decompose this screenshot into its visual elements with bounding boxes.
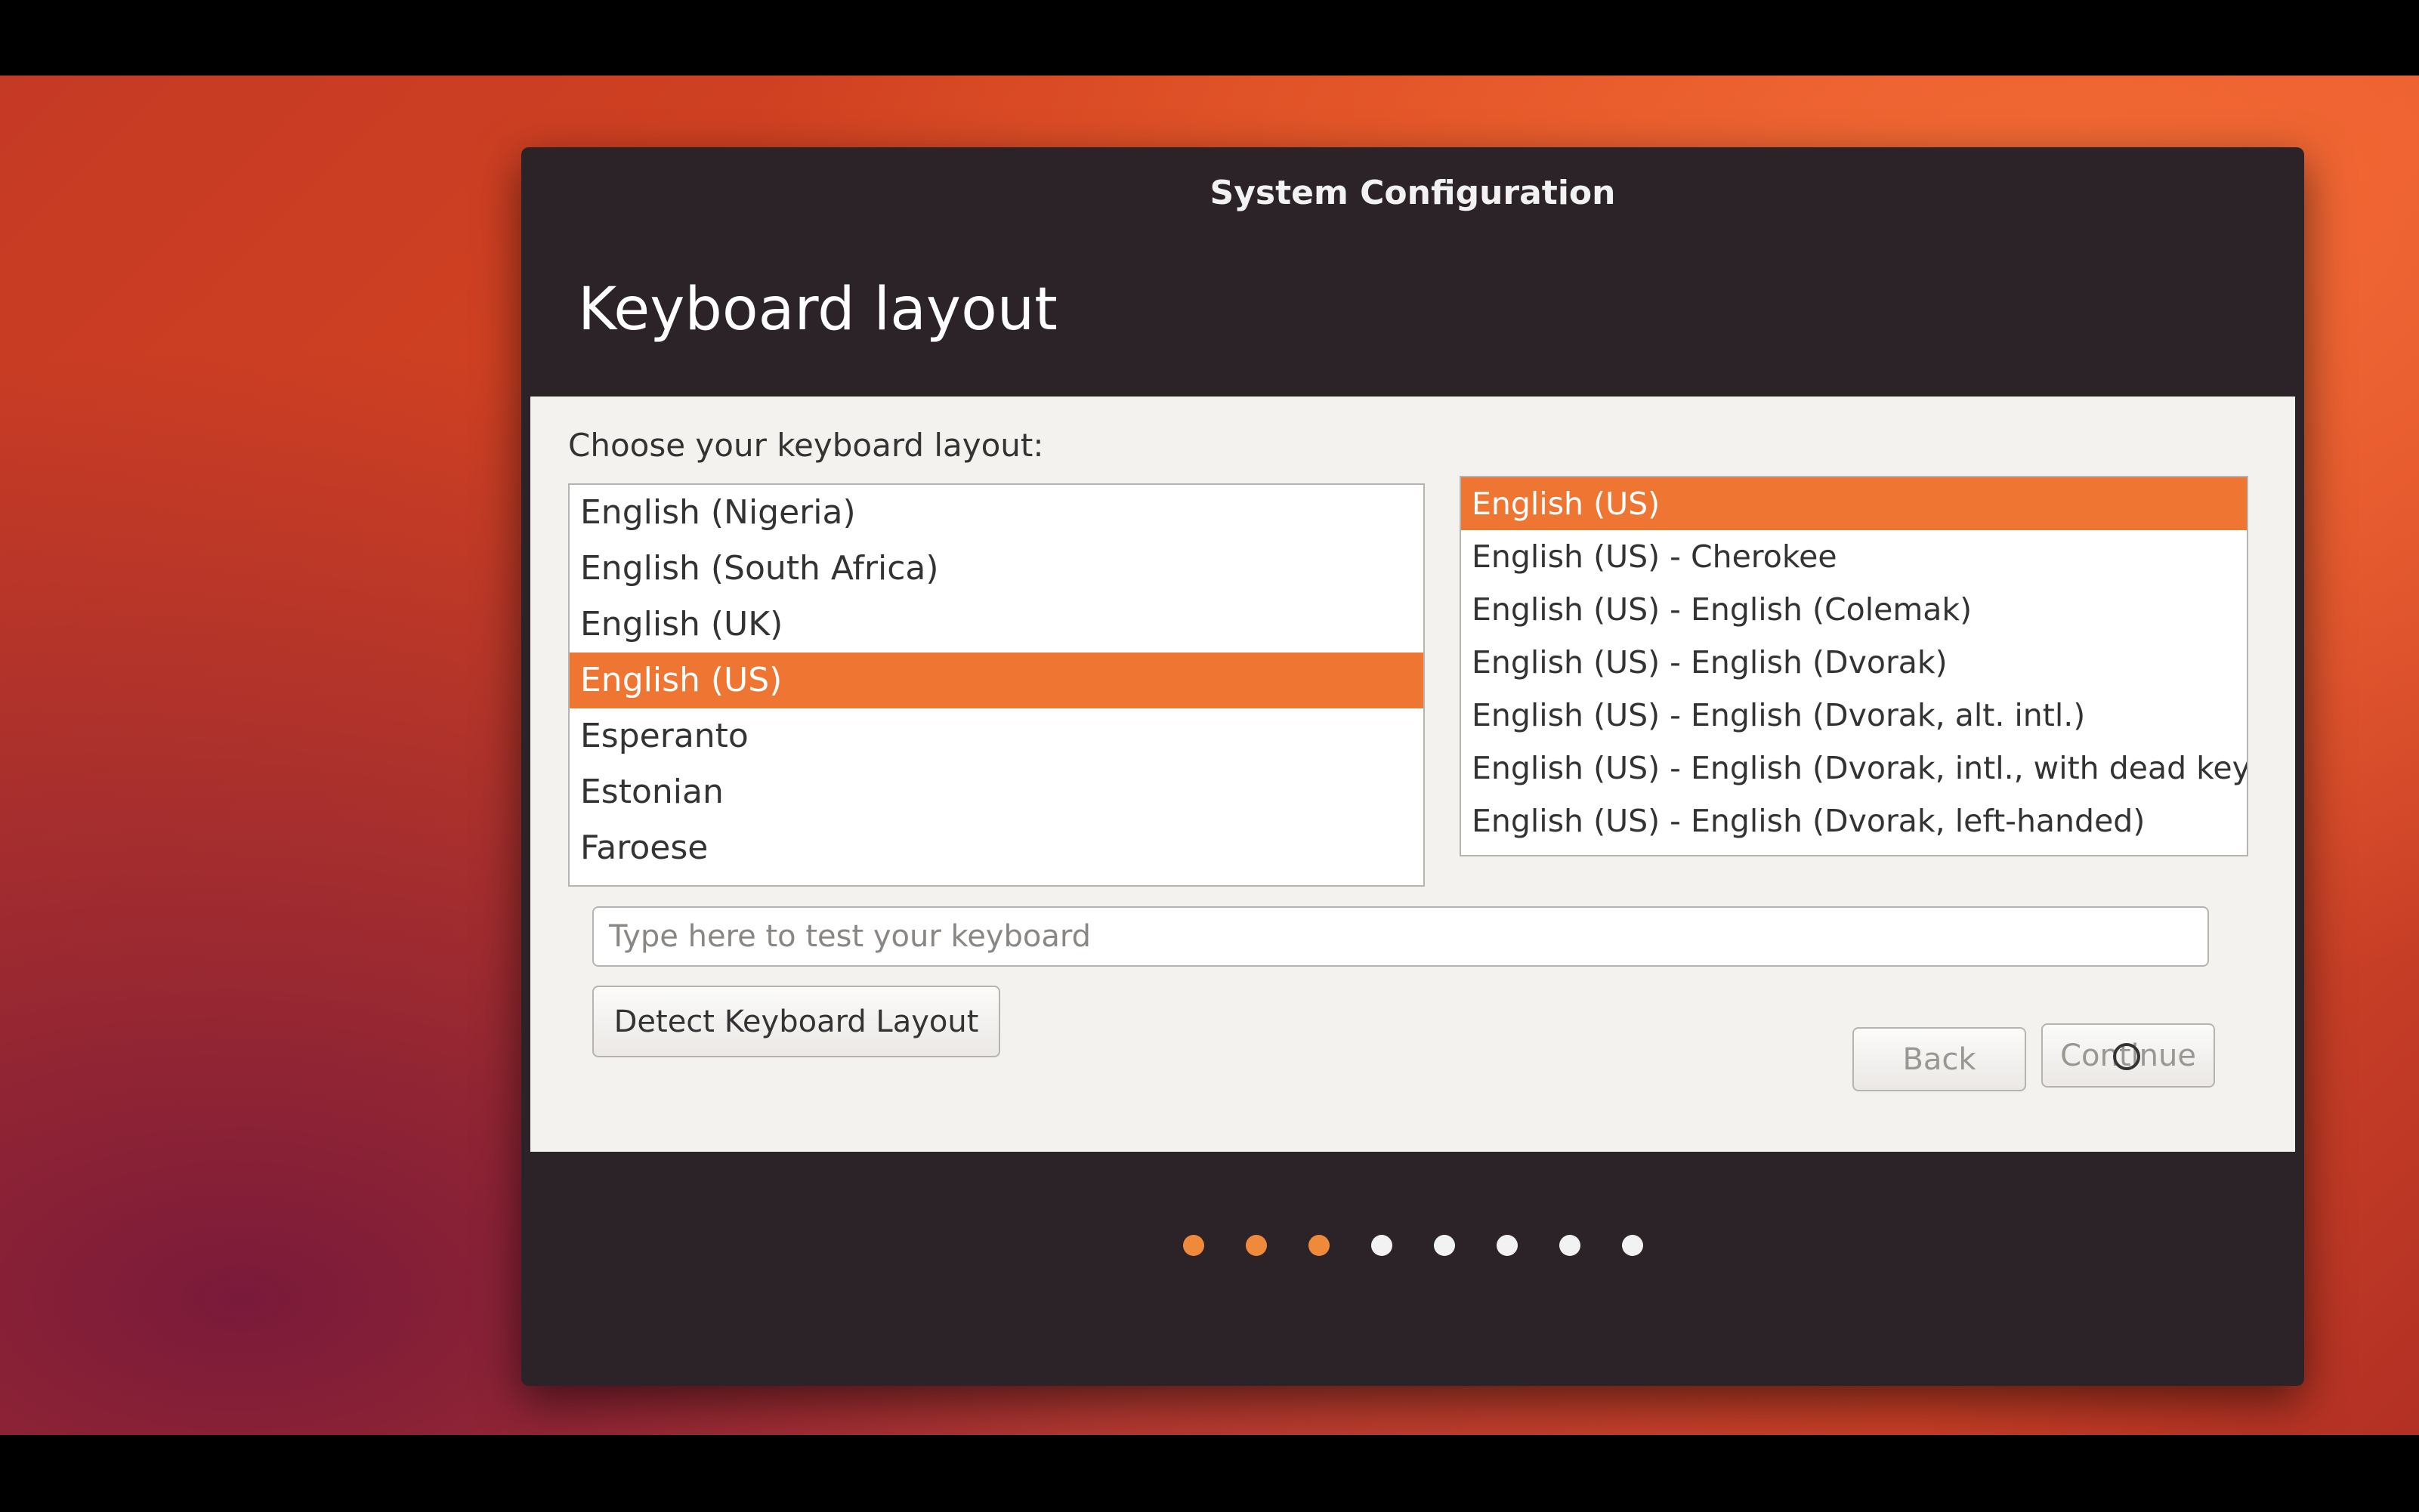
variant-list-item-selected[interactable]: English (US) [1461, 477, 2247, 530]
busy-cursor-icon [2113, 1043, 2140, 1070]
system-configuration-window: System Configuration Keyboard layout Cho… [521, 147, 2304, 1386]
layout-list-item[interactable]: Esperanto [570, 708, 1423, 764]
progress-dots [521, 1235, 2304, 1256]
progress-dot-pending [1621, 1235, 1643, 1256]
layout-list-item[interactable]: Estonian [570, 764, 1423, 820]
progress-dot-pending [1496, 1235, 1518, 1256]
layout-list[interactable]: English (Nigeria) English (South Africa)… [568, 483, 1425, 887]
back-button[interactable]: Back [1852, 1027, 2026, 1091]
layout-list-item[interactable]: Faroese [570, 820, 1423, 876]
progress-dot-pending [1433, 1235, 1455, 1256]
progress-dot-pending [1370, 1235, 1392, 1256]
variant-list-item[interactable]: English (US) - English (Dvorak) [1461, 636, 2247, 689]
screen-frame: System Configuration Keyboard layout Cho… [0, 0, 2419, 1512]
layout-list-item[interactable]: English (South Africa) [570, 541, 1423, 597]
variant-list-item[interactable]: English (US) - English (Colemak) [1461, 583, 2247, 636]
variant-list-item[interactable]: English (US) - English (Dvorak, intl., w… [1461, 742, 2247, 795]
variant-list-item[interactable]: English (US) - English (Dvorak, left-han… [1461, 795, 2247, 847]
layout-list-item[interactable]: English (UK) [570, 597, 1423, 653]
variant-list[interactable]: English (US) English (US) - Cherokee Eng… [1460, 476, 2248, 856]
window-title: System Configuration [1210, 173, 1616, 212]
detect-keyboard-layout-button[interactable]: Detect Keyboard Layout [592, 986, 1000, 1057]
progress-dot-complete [1308, 1235, 1330, 1256]
progress-dot-pending [1559, 1235, 1580, 1256]
layout-prompt-label: Choose your keyboard layout: [568, 427, 1044, 464]
content-panel: Choose your keyboard layout: English (Ni… [530, 397, 2295, 1152]
progress-dot-complete [1182, 1235, 1204, 1256]
variant-list-item[interactable]: English (US) - English (Dvorak, alt. int… [1461, 689, 2247, 742]
progress-dot-complete [1245, 1235, 1267, 1256]
page-title: Keyboard layout [578, 276, 1058, 344]
layout-list-item-selected[interactable]: English (US) [570, 653, 1423, 708]
keyboard-test-input[interactable] [592, 906, 2209, 967]
layout-list-item[interactable]: English (Nigeria) [570, 485, 1423, 541]
variant-list-item[interactable]: English (US) - Cherokee [1461, 530, 2247, 583]
